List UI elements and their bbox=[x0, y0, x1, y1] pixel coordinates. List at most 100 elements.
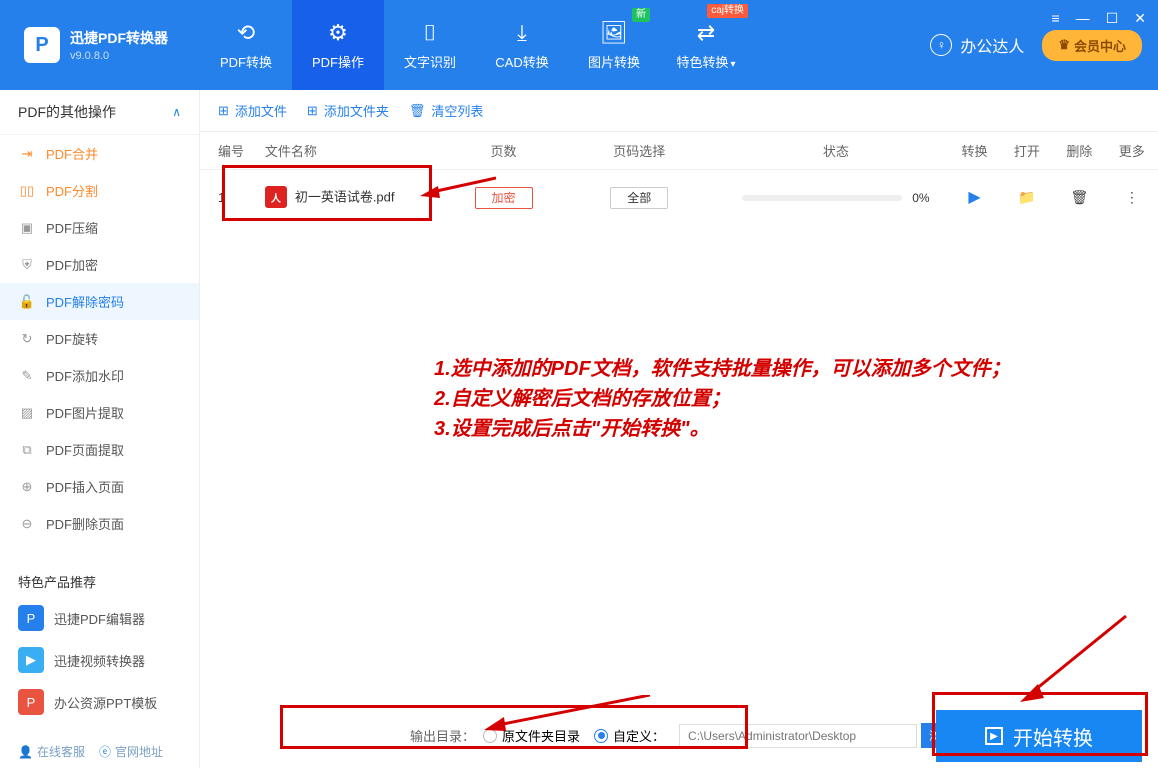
radio-custom-folder[interactable]: 自定义： bbox=[594, 726, 665, 745]
rotate-icon: ↻ bbox=[18, 331, 36, 347]
play-icon[interactable]: ▶ bbox=[968, 189, 980, 206]
sidebar: PDF的其他操作 ∧ ⇥PDF合并 ▯▯PDF分割 ▣PDF压缩 ⛨PDF加密 … bbox=[0, 90, 200, 768]
col-open: 打开 bbox=[1001, 141, 1053, 160]
customer-service-link[interactable]: 👤在线客服 bbox=[18, 743, 85, 760]
convert-icon: ⟲ bbox=[237, 20, 255, 46]
close-icon[interactable]: ✕ bbox=[1134, 10, 1146, 27]
person-icon: 👤 bbox=[18, 745, 33, 759]
chevron-down-icon: ▾ bbox=[730, 59, 735, 70]
trash-icon: 🗑 bbox=[409, 103, 426, 119]
add-file-button[interactable]: ⊞添加文件 bbox=[218, 101, 287, 120]
product-ppt[interactable]: P办公资源PPT模板 bbox=[0, 681, 199, 723]
more-icon[interactable]: ⋮ bbox=[1125, 189, 1139, 205]
tab-pdf-convert[interactable]: ⟲PDF转换 bbox=[200, 0, 292, 90]
col-num: 编号 bbox=[218, 141, 265, 160]
user-name: 办公达人 bbox=[960, 33, 1024, 57]
app-title: 迅捷PDF转换器 bbox=[70, 28, 168, 48]
clear-list-button[interactable]: 🗑清空列表 bbox=[409, 101, 484, 120]
row-select: 全部 bbox=[555, 189, 724, 206]
special-icon: ⇄ bbox=[697, 20, 715, 46]
page-delete-icon: ⊖ bbox=[18, 516, 36, 532]
col-name: 文件名称 bbox=[265, 141, 452, 160]
plus-file-icon: ⊞ bbox=[218, 103, 229, 119]
sidebar-item-merge[interactable]: ⇥PDF合并 bbox=[0, 135, 199, 172]
start-convert-button[interactable]: ▶开始转换 bbox=[936, 710, 1142, 762]
chevron-up-icon: ∧ bbox=[172, 105, 181, 119]
sidebar-item-delete-page[interactable]: ⊖PDF删除页面 bbox=[0, 505, 199, 542]
sidebar-item-insert-page[interactable]: ⊕PDF插入页面 bbox=[0, 468, 199, 505]
sidebar-item-extract-img[interactable]: ▨PDF图片提取 bbox=[0, 394, 199, 431]
app-logo-icon: P bbox=[24, 27, 60, 63]
video-icon: ▶ bbox=[18, 647, 44, 673]
output-bar: 输出目录： 原文件夹目录 自定义： 浏览 打开文件目录 ▶开始转换 bbox=[410, 723, 1142, 748]
ocr-icon: ⌷ bbox=[423, 20, 436, 46]
encrypted-badge[interactable]: 加密 bbox=[475, 187, 533, 209]
sidebar-section-header[interactable]: PDF的其他操作 ∧ bbox=[0, 90, 199, 135]
page-select-button[interactable]: 全部 bbox=[610, 187, 668, 209]
maximize-icon[interactable]: ☐ bbox=[1106, 10, 1119, 27]
delete-icon[interactable]: 🗑 bbox=[1070, 189, 1088, 205]
col-pages: 页数 bbox=[452, 141, 555, 160]
col-status: 状态 bbox=[724, 141, 949, 160]
sidebar-item-encrypt[interactable]: ⛨PDF加密 bbox=[0, 246, 199, 283]
col-more: 更多 bbox=[1106, 141, 1158, 160]
vip-button[interactable]: ♛会员中心 bbox=[1042, 30, 1142, 61]
row-status: 0% bbox=[724, 190, 949, 205]
row-more: ⋮ bbox=[1106, 189, 1158, 206]
radio-icon bbox=[483, 729, 497, 743]
caj-badge: caj转换 bbox=[707, 4, 748, 18]
official-site-link[interactable]: ⓔ官网地址 bbox=[99, 743, 163, 760]
avatar-icon: ♀ bbox=[930, 34, 952, 56]
progress-bar bbox=[742, 195, 902, 201]
menu-icon[interactable]: ≡ bbox=[1052, 10, 1060, 27]
sidebar-item-watermark[interactable]: ✎PDF添加水印 bbox=[0, 357, 199, 394]
product-video[interactable]: ▶迅捷视频转换器 bbox=[0, 639, 199, 681]
cad-icon: ⤓ bbox=[517, 20, 527, 46]
new-badge: 新 bbox=[632, 8, 650, 22]
start-play-icon: ▶ bbox=[985, 727, 1003, 745]
row-delete: 🗑 bbox=[1053, 189, 1105, 206]
tab-special[interactable]: caj转换⇄特色转换▾ bbox=[660, 0, 752, 90]
sidebar-item-split[interactable]: ▯▯PDF分割 bbox=[0, 172, 199, 209]
globe-icon: ⓔ bbox=[99, 743, 111, 760]
app-version: v9.0.8.0 bbox=[70, 50, 168, 62]
product-pdf-editor[interactable]: P迅捷PDF编辑器 bbox=[0, 597, 199, 639]
app-header: P 迅捷PDF转换器 v9.0.8.0 ⟲PDF转换 ⚙PDF操作 ⌷文字识别 … bbox=[0, 0, 1158, 90]
file-toolbar: ⊞添加文件 ⊞添加文件夹 🗑清空列表 bbox=[200, 90, 1158, 132]
app-logo-block: P 迅捷PDF转换器 v9.0.8.0 bbox=[0, 27, 200, 63]
unlock-icon: 🔓 bbox=[18, 294, 36, 310]
merge-icon: ⇥ bbox=[18, 146, 36, 162]
output-label: 输出目录： bbox=[410, 726, 475, 745]
plus-folder-icon: ⊞ bbox=[307, 103, 318, 119]
recommend-title: 特色产品推荐 bbox=[0, 562, 199, 597]
split-icon: ▯▯ bbox=[18, 183, 36, 199]
bottom-links: 👤在线客服 ⓔ官网地址 bbox=[18, 743, 163, 760]
page-insert-icon: ⊕ bbox=[18, 479, 36, 495]
tab-image[interactable]: 新🖼图片转换 bbox=[568, 0, 660, 90]
page-extract-icon: ⧉ bbox=[18, 442, 36, 458]
sidebar-item-rotate[interactable]: ↻PDF旋转 bbox=[0, 320, 199, 357]
pdf-editor-icon: P bbox=[18, 605, 44, 631]
minimize-icon[interactable]: — bbox=[1076, 10, 1090, 27]
tab-pdf-operate[interactable]: ⚙PDF操作 bbox=[292, 0, 384, 90]
folder-icon[interactable]: 📁 bbox=[1018, 189, 1035, 205]
main-area: ⊞添加文件 ⊞添加文件夹 🗑清空列表 编号 文件名称 页数 页码选择 状态 转换… bbox=[200, 90, 1158, 768]
sidebar-item-decrypt[interactable]: 🔓PDF解除密码 bbox=[0, 283, 199, 320]
sidebar-item-extract-page[interactable]: ⧉PDF页面提取 bbox=[0, 431, 199, 468]
output-path-input[interactable] bbox=[679, 724, 917, 748]
col-delete: 删除 bbox=[1053, 141, 1105, 160]
row-pages: 加密 bbox=[452, 189, 555, 206]
row-num: 1 bbox=[218, 190, 265, 205]
nav-tabs: ⟲PDF转换 ⚙PDF操作 ⌷文字识别 ⤓CAD转换 新🖼图片转换 caj转换⇄… bbox=[200, 0, 752, 90]
image-icon: 🖼 bbox=[600, 20, 628, 46]
user-block[interactable]: ♀ 办公达人 bbox=[930, 33, 1024, 57]
compress-icon: ▣ bbox=[18, 220, 36, 236]
table-row[interactable]: 1 人初一英语试卷.pdf 加密 全部 0% ▶ 📁 🗑 ⋮ bbox=[200, 170, 1158, 224]
tab-cad[interactable]: ⤓CAD转换 bbox=[476, 0, 568, 90]
tab-ocr[interactable]: ⌷文字识别 bbox=[384, 0, 476, 90]
row-open: 📁 bbox=[1001, 189, 1053, 206]
add-folder-button[interactable]: ⊞添加文件夹 bbox=[307, 101, 389, 120]
crown-icon: ♛ bbox=[1058, 37, 1070, 53]
sidebar-item-compress[interactable]: ▣PDF压缩 bbox=[0, 209, 199, 246]
radio-original-folder[interactable]: 原文件夹目录 bbox=[483, 726, 580, 745]
